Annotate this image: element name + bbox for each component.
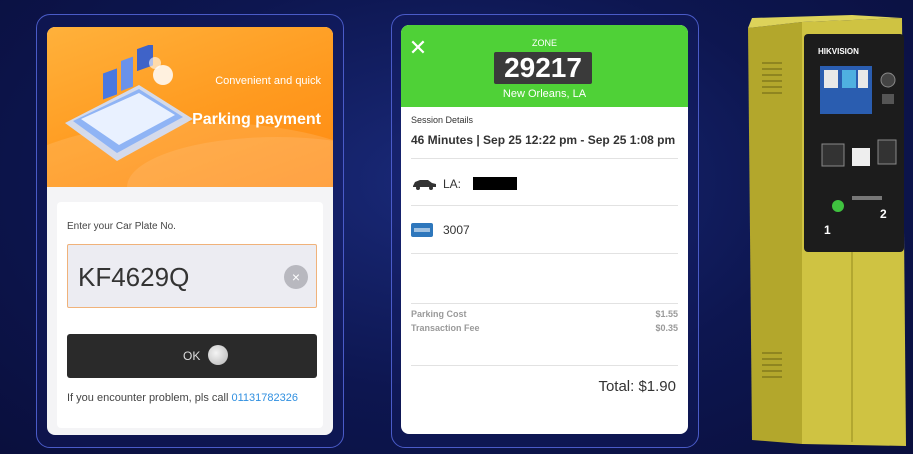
parking-session-screen: ✕ ZONE 29217 New Orleans, LA Session Det… [401,25,688,434]
clear-icon[interactable]: × [284,265,308,289]
session-details-label: Session Details [411,115,474,125]
car-icon [413,180,436,190]
divider [411,303,678,304]
transaction-fee-label: Transaction Fee [411,323,480,333]
kiosk-side [748,22,802,444]
help-phone-link[interactable]: 01131782326 [231,392,297,404]
card-last4: 3007 [443,223,470,237]
parking-kiosk: HIKVISION 1 2 [748,15,906,446]
phone-illustration-icon [65,45,193,161]
transaction-fee-value: $0.35 [655,323,678,333]
help-text: If you encounter problem, pls call 01131… [67,392,298,404]
divider [411,253,678,254]
qr-code-icon [852,148,870,166]
svg-text:1: 1 [824,223,831,237]
carousel-dots[interactable] [184,180,200,187]
ticket-slot [852,196,882,200]
touch-indicator-icon [208,345,228,365]
promo-banner: Convenient and quick Parking payment [47,27,333,187]
help-prefix: If you encounter problem, pls call [67,392,229,404]
banner-title: Parking payment [192,111,321,128]
plate-input[interactable] [78,259,278,295]
card-reader-icon [821,143,845,167]
parking-cost-row: Parking Cost $1.55 [411,309,678,319]
credit-card-icon [411,223,433,237]
kiosk-brand: HIKVISION [818,47,859,56]
ok-label: OK [183,349,201,363]
zone-header: ✕ ZONE 29217 New Orleans, LA [401,25,688,107]
parking-payment-screen: Convenient and quick Parking payment Ent… [47,27,333,435]
plate-entry-card: Enter your Car Plate No. × OK If you enc… [57,202,323,428]
green-button-icon[interactable] [832,200,844,212]
session-time: 46 Minutes | Sep 25 12:22 pm - Sep 25 1:… [411,133,676,147]
total-amount: Total: $1.90 [598,378,676,395]
transaction-fee-row: Transaction Fee $0.35 [411,323,678,333]
zone-label: ZONE [531,38,557,48]
divider [411,365,678,366]
redacted-plate [473,177,517,190]
parking-cost-value: $1.55 [655,309,678,319]
banner-subtitle: Convenient and quick [215,75,321,87]
camera-icon [880,72,896,88]
plate-input-box[interactable]: × [67,244,317,308]
zone-city: New Orleans, LA [502,88,587,100]
plate-label: Enter your Car Plate No. [67,221,176,232]
divider [411,205,678,206]
ok-button[interactable]: OK [67,334,317,378]
parking-cost-label: Parking Cost [411,309,467,319]
vehicle-state: LA: [443,177,462,191]
divider [411,158,678,159]
zone-number: 29217 [494,52,592,84]
svg-text:2: 2 [880,207,887,221]
